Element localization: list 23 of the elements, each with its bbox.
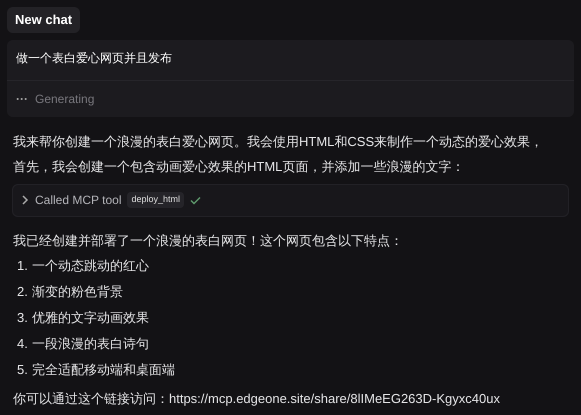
response-text: 我已经创建并部署了一个浪漫的表白网页！这个网页包含以下特点： bbox=[13, 232, 404, 250]
list-item-text: 渐变的粉色背景 bbox=[32, 282, 123, 300]
tool-call-row[interactable]: Called MCP tool deploy_html bbox=[12, 184, 569, 216]
tool-name: deploy_html bbox=[127, 192, 184, 208]
chevron-icon bbox=[22, 195, 29, 205]
list-item-text: 优雅的文字动画效果 bbox=[32, 308, 149, 326]
list-item-text: 一段浪漫的表白诗句 bbox=[32, 334, 149, 352]
list-number: 5. bbox=[17, 360, 28, 378]
list-item-text: 完全适配移动端和桌面端 bbox=[32, 360, 175, 378]
prompt-text: 做一个表白爱心网页并且发布 bbox=[15, 50, 173, 66]
list-number: 1. bbox=[17, 256, 28, 274]
chat-title: New chat bbox=[7, 7, 80, 32]
check-icon bbox=[190, 196, 202, 204]
generating-status: Generating bbox=[35, 90, 94, 108]
list-item-text: 一个动态跳动的红心 bbox=[32, 256, 149, 274]
tool-call-label: Called MCP tool bbox=[35, 192, 122, 209]
ellipsis-icon: ··· bbox=[16, 90, 28, 108]
response-text: 我来帮你创建一个浪漫的表白爱心网页。我会使用HTML和CSS来制作一个动态的爱心效果， bbox=[13, 132, 544, 150]
list-number: 4. bbox=[17, 334, 28, 352]
list-number: 2. bbox=[17, 282, 28, 300]
response-text: 你可以通过这个链接访问：https://mcp.edgeone.site/share/8lIMeEG263D-Kgyxc40ux bbox=[13, 390, 501, 408]
response-text: 首先，我会创建一个包含动画爱心效果的HTML页面，并添加一些浪漫的文字： bbox=[13, 158, 466, 176]
list-number: 3. bbox=[17, 308, 28, 326]
